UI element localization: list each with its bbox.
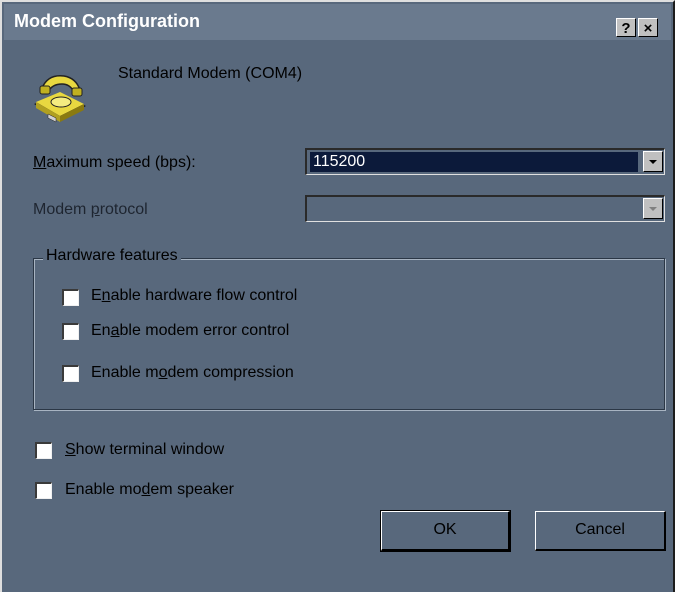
max-speed-value: 115200	[310, 152, 638, 172]
error-control-label[interactable]: Enable modem error control	[91, 322, 289, 340]
ok-button[interactable]: OK	[380, 510, 511, 552]
modem-protocol-select[interactable]	[305, 195, 665, 222]
window-title: Modem Configuration	[14, 11, 200, 31]
compression-label[interactable]: Enable modem compression	[91, 364, 294, 382]
modem-protocol-value	[310, 199, 638, 219]
modem-speaker-checkbox[interactable]	[35, 482, 52, 499]
show-terminal-checkbox[interactable]	[35, 442, 52, 459]
modem-configuration-dialog: Modem Configuration ? × Standard Modem (…	[0, 0, 675, 592]
chevron-down-icon[interactable]	[643, 151, 663, 172]
flow-control-label[interactable]: Enable hardware flow control	[91, 287, 297, 305]
modem-protocol-label: Modem protocol	[33, 201, 148, 218]
modem-speaker-label[interactable]: Enable modem speaker	[65, 481, 234, 499]
max-speed-select[interactable]: 115200	[305, 148, 665, 175]
show-terminal-label[interactable]: Show terminal window	[65, 441, 224, 459]
close-button[interactable]: ×	[638, 18, 658, 37]
cancel-button[interactable]: Cancel	[535, 511, 666, 551]
hardware-features-title: Hardware features	[43, 247, 181, 265]
chevron-down-icon[interactable]	[643, 198, 663, 219]
compression-checkbox[interactable]	[62, 365, 79, 382]
modem-phone-icon	[34, 75, 86, 123]
max-speed-label: Maximum speed (bps):	[33, 154, 196, 171]
title-bar[interactable]: Modem Configuration ? ×	[4, 4, 671, 40]
help-button[interactable]: ?	[616, 18, 636, 37]
flow-control-checkbox[interactable]	[62, 289, 79, 306]
error-control-checkbox[interactable]	[62, 323, 79, 340]
device-name: Standard Modem (COM4)	[118, 65, 303, 82]
